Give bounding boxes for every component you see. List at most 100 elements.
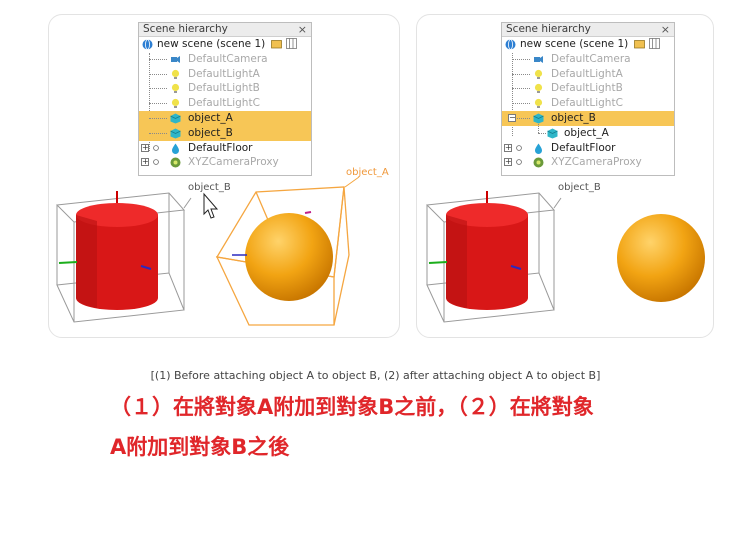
sphere-object-a[interactable] <box>617 214 705 302</box>
drop-icon <box>172 143 179 154</box>
hierarchy-row-camera-proxy[interactable]: + XYZCameraProxy <box>502 155 674 170</box>
hierarchy-row-camera[interactable]: DefaultCamera <box>502 52 674 67</box>
label-leader-a <box>344 176 360 188</box>
scene-label-object-a: object_A <box>346 167 389 178</box>
hierarchy-label: XYZCameraProxy <box>188 156 279 169</box>
light-bulb-icon <box>171 99 180 109</box>
chinese-caption-line-1: （１）在將對象A附加到對象B之前，（２）在將對象 <box>110 395 594 419</box>
expand-plus-icon[interactable]: + <box>141 143 149 152</box>
x-axis-gizmo <box>58 261 78 264</box>
eye-icon <box>153 144 159 151</box>
cube-icon <box>533 113 544 124</box>
cylinder-object-b[interactable] <box>76 203 158 310</box>
tree-connector <box>149 117 167 119</box>
panel-after: object_B Scene hierarchy × new scene (sc… <box>416 14 714 338</box>
cube-icon <box>170 113 181 124</box>
light-bulb-icon <box>534 99 543 109</box>
scene-label-object-b: object_B <box>188 182 231 193</box>
hierarchy-label: DefaultLightB <box>551 82 623 95</box>
hierarchy-row-scene[interactable]: new scene (scene 1) <box>502 37 674 52</box>
hierarchy-label: object_A <box>564 126 609 139</box>
hierarchy-label: DefaultLightA <box>551 67 623 80</box>
cube-icon <box>170 128 181 139</box>
sphere-object-a[interactable] <box>245 213 333 301</box>
hierarchy-row-light-b[interactable]: DefaultLightB <box>139 81 311 96</box>
hierarchy-label: DefaultLightB <box>188 82 260 95</box>
cube-icon <box>547 128 558 139</box>
expand-plus-icon[interactable]: + <box>504 143 512 152</box>
light-bulb-icon <box>171 69 180 79</box>
hierarchy-row-camera[interactable]: DefaultCamera <box>139 52 311 67</box>
hierarchy-label: new scene (scene 1) <box>520 38 629 50</box>
hierarchy-label: DefaultFloor <box>551 141 616 154</box>
hierarchy-title-bar: Scene hierarchy × <box>502 23 674 37</box>
hierarchy-row-object-b[interactable]: − object_B <box>502 110 674 126</box>
tree-connector <box>517 117 530 119</box>
light-bulb-icon <box>534 69 543 79</box>
hierarchy-label: object_B <box>551 111 596 124</box>
panel-before: object_B object_A Scene hierarchy × new … <box>48 14 400 338</box>
hierarchy-title-bar: Scene hierarchy × <box>139 23 311 37</box>
hierarchy-row-light-a[interactable]: DefaultLightA <box>502 67 674 82</box>
folder-icon[interactable] <box>634 38 645 49</box>
expand-plus-icon[interactable]: + <box>141 158 149 167</box>
hierarchy-label: new scene (scene 1) <box>157 38 266 50</box>
folder-icon[interactable] <box>271 38 282 49</box>
grid-icon[interactable] <box>649 38 660 49</box>
figure-caption: [(1) Before attaching object A to object… <box>150 369 601 382</box>
tree-connector <box>149 103 167 105</box>
scene-hierarchy-panel: Scene hierarchy × new scene (scene 1) De… <box>138 22 312 176</box>
proxy-icon <box>170 157 181 168</box>
mouse-cursor-icon <box>203 192 219 219</box>
close-icon[interactable]: × <box>298 23 307 36</box>
hierarchy-label: object_B <box>188 126 233 139</box>
globe-icon <box>505 39 516 50</box>
tree-connector <box>149 88 167 90</box>
hierarchy-row-object-a[interactable]: object_A <box>139 110 311 126</box>
hierarchy-label: DefaultCamera <box>188 52 268 65</box>
cylinder-object-b[interactable] <box>446 203 528 310</box>
hierarchy-label: DefaultLightC <box>551 97 623 110</box>
tree-connector <box>538 123 539 133</box>
tree-connector <box>512 88 530 90</box>
hierarchy-row-floor[interactable]: + DefaultFloor <box>139 141 311 156</box>
scene-hierarchy-panel: Scene hierarchy × new scene (scene 1) De… <box>501 22 675 176</box>
hierarchy-title: Scene hierarchy <box>143 23 228 35</box>
hierarchy-row-light-b[interactable]: DefaultLightB <box>502 81 674 96</box>
drop-icon <box>535 143 542 154</box>
light-bulb-icon <box>171 84 180 94</box>
tree-connector <box>149 132 167 134</box>
label-leader-b <box>553 197 562 209</box>
hierarchy-label: DefaultLightC <box>188 97 260 110</box>
globe-icon <box>142 39 153 50</box>
chinese-caption-line-2: A附加到對象B之後 <box>110 435 290 459</box>
hierarchy-row-light-a[interactable]: DefaultLightA <box>139 67 311 82</box>
hierarchy-row-scene[interactable]: new scene (scene 1) <box>139 37 311 52</box>
tree-connector <box>512 58 530 60</box>
hierarchy-label: DefaultCamera <box>551 52 631 65</box>
expand-plus-icon[interactable]: + <box>504 158 512 167</box>
hierarchy-row-object-a-child[interactable]: object_A <box>502 123 674 141</box>
tree-connector <box>149 58 167 60</box>
hierarchy-row-light-c[interactable]: DefaultLightC <box>502 96 674 111</box>
tree-connector <box>512 73 530 75</box>
hierarchy-label: XYZCameraProxy <box>551 156 642 169</box>
camera-icon <box>171 55 180 63</box>
hierarchy-label: object_A <box>188 111 233 124</box>
hierarchy-row-floor[interactable]: + DefaultFloor <box>502 141 674 156</box>
close-icon[interactable]: × <box>661 23 670 36</box>
proxy-icon <box>533 157 544 168</box>
camera-icon <box>534 55 543 63</box>
tree-connector <box>149 73 167 75</box>
hierarchy-row-light-c[interactable]: DefaultLightC <box>139 96 311 111</box>
hierarchy-row-camera-proxy[interactable]: + XYZCameraProxy <box>139 155 311 170</box>
collapse-minus-icon[interactable]: − <box>508 113 516 122</box>
scene-label-object-b: object_B <box>558 182 601 193</box>
tree-connector <box>512 103 530 105</box>
hierarchy-title: Scene hierarchy <box>506 23 591 35</box>
x-axis-gizmo <box>428 261 448 264</box>
grid-icon[interactable] <box>286 38 297 49</box>
hierarchy-label: DefaultLightA <box>188 67 260 80</box>
hierarchy-row-object-b[interactable]: object_B <box>139 125 311 141</box>
sphere-y-gizmo <box>304 211 312 214</box>
